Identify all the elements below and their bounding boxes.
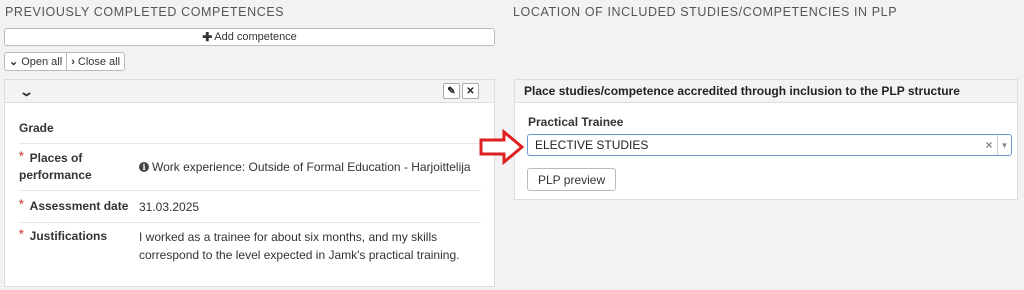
divider: [19, 222, 481, 223]
add-competence-label: Add competence: [214, 31, 297, 43]
selected-value: ELECTIVE STUDIES: [535, 138, 649, 152]
justifications-value: I worked as a trainee for about six mont…: [139, 230, 460, 262]
open-all-label: Open all: [21, 55, 63, 68]
places-label: * Places of performance: [19, 149, 92, 182]
grade-row: Grade: [19, 120, 481, 140]
competence-card-header: ⌄ ✎ ✕: [5, 80, 494, 103]
previously-completed-title: PREVIOUSLY COMPLETED COMPETENCES: [5, 5, 285, 19]
required-marker: *: [19, 149, 24, 163]
info-icon: i: [139, 162, 149, 172]
divider: [19, 143, 481, 144]
plp-location-title: LOCATION OF INCLUDED STUDIES/COMPETENCIE…: [513, 5, 898, 19]
open-close-toggle: ⌄ Open all › Close all: [4, 52, 126, 71]
assessment-date-row: * Assessment date 31.03.2025: [19, 197, 481, 218]
chevron-down-icon[interactable]: ⌄: [19, 84, 34, 100]
pencil-icon: ✎: [447, 85, 456, 97]
plp-structure-select[interactable]: ELECTIVE STUDIES × ▼: [527, 134, 1012, 156]
add-competence-button[interactable]: ✚ Add competence: [4, 28, 495, 46]
assessment-date-value: 31.03.2025: [139, 200, 200, 214]
practical-trainee-label: Practical Trainee: [528, 115, 624, 129]
places-row: * Places of performance i Work experience:…: [19, 149, 481, 186]
grade-label: Grade: [19, 121, 54, 135]
close-all-label: Close all: [77, 55, 121, 68]
assessment-date-label: * Assessment date: [19, 197, 129, 213]
plus-icon: ✚: [202, 30, 213, 44]
justifications-row: * Justifications I worked as a trainee fo…: [19, 227, 481, 268]
clear-icon[interactable]: ×: [981, 138, 997, 152]
plp-placement-header: Place studies/competence accredited thro…: [515, 80, 1017, 103]
competence-card: ⌄ ✎ ✕ Grade * Places of performance i Work…: [4, 79, 495, 287]
places-value: i Work experience: Outside of Formal Educ…: [139, 158, 471, 176]
justifications-label: * Justifications: [19, 227, 108, 243]
annotation-arrow-icon: [479, 129, 525, 165]
edit-button[interactable]: ✎: [443, 83, 460, 99]
chevron-down-icon: ⌄: [9, 56, 19, 68]
delete-button[interactable]: ✕: [462, 83, 479, 99]
chevron-right-icon: ›: [71, 55, 75, 68]
plp-placement-card: Place studies/competence accredited thro…: [514, 79, 1018, 200]
open-all-button[interactable]: ⌄ Open all: [5, 53, 66, 70]
plp-preview-button[interactable]: PLP preview: [527, 168, 617, 191]
divider: [19, 190, 481, 191]
required-marker: *: [19, 227, 24, 241]
close-all-button[interactable]: › Close all: [66, 53, 124, 70]
caret-down-icon[interactable]: ▼: [997, 135, 1011, 155]
required-marker: *: [19, 197, 24, 211]
close-icon: ✕: [466, 85, 475, 97]
